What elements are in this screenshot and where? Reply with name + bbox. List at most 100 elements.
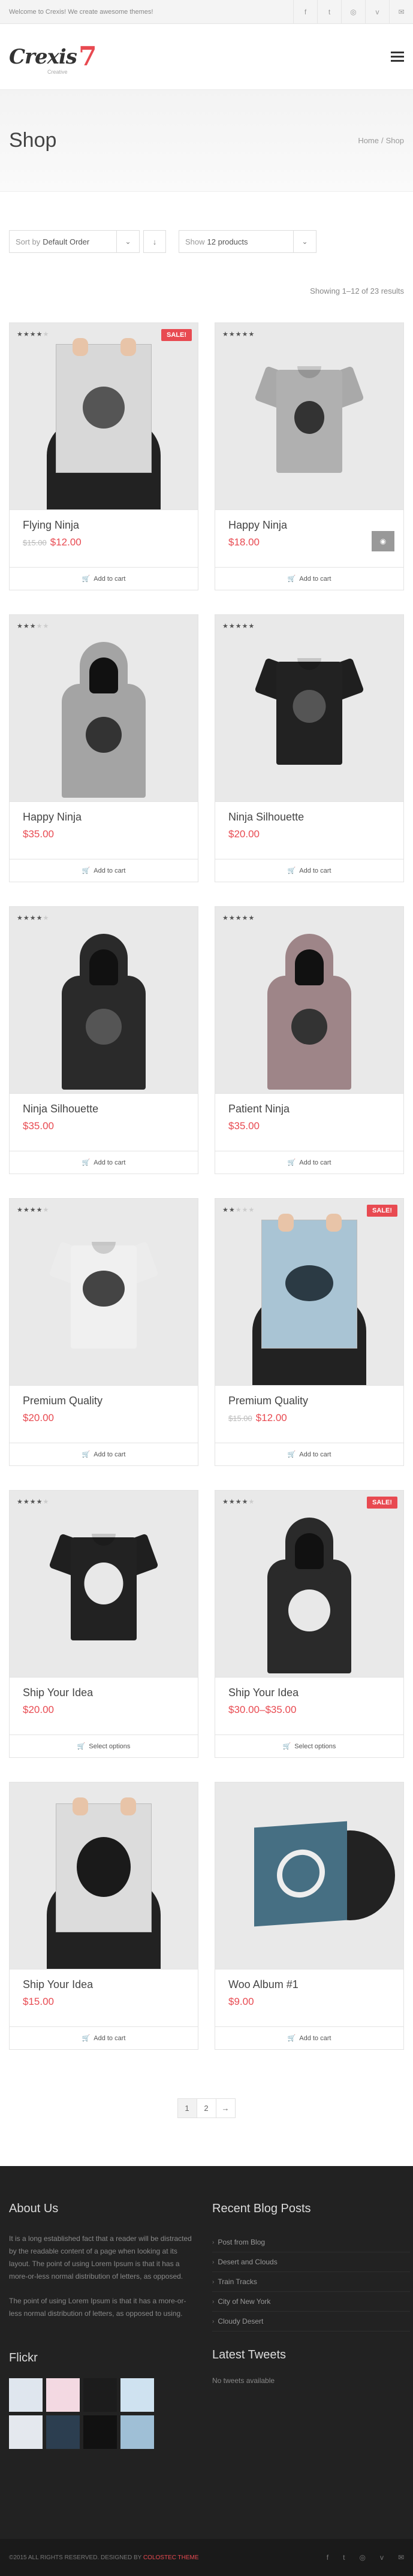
product-name[interactable]: Premium Quality xyxy=(215,1386,403,1407)
mail-icon[interactable]: ✉ xyxy=(389,0,413,24)
product-image[interactable]: ★★★★★ xyxy=(10,615,198,802)
chevron-right-icon: › xyxy=(212,2258,215,2266)
facebook-icon[interactable]: f xyxy=(327,2553,328,2562)
instagram-icon[interactable]: ◎ xyxy=(359,2553,365,2562)
flickr-thumbnail[interactable] xyxy=(120,2378,154,2412)
recent-post-title: City of New York xyxy=(218,2297,271,2306)
product-image[interactable]: ★★★★★ xyxy=(10,907,198,1094)
product-card[interactable]: ★★★★★ Ninja Silhouette $35.00 🛒 Add to cart xyxy=(9,906,198,1174)
current-price: $30.00–$35.00 xyxy=(228,1704,297,1715)
product-card[interactable]: ★★★★★ SALE! Ship Your Idea $30.00–$35.00 🛒 Se… xyxy=(215,1490,404,1758)
cart-button-label: Add to cart xyxy=(94,867,126,874)
product-card[interactable]: ★★★★★ Happy Ninja $35.00 🛒 Add to cart xyxy=(9,614,198,882)
add-to-cart-button[interactable]: 🛒 Add to cart xyxy=(215,1151,403,1174)
flickr-thumbnail[interactable] xyxy=(83,2378,117,2412)
sort-direction-button[interactable]: ↓ xyxy=(143,230,166,253)
product-image[interactable]: ★★★★★ xyxy=(10,1199,198,1386)
facebook-icon[interactable]: f xyxy=(293,0,317,24)
vimeo-icon[interactable]: v xyxy=(365,0,389,24)
product-image[interactable]: ★★★★★ xyxy=(215,907,403,1094)
product-card[interactable]: ★★★★★ Happy Ninja $18.00 ◉ 🛒 Add to cart xyxy=(215,322,404,590)
page-title-banner: Shop Home / Shop xyxy=(0,90,413,192)
twitter-icon[interactable]: t xyxy=(343,2553,345,2562)
flickr-thumbnail[interactable] xyxy=(9,2415,43,2449)
next-page-arrow-icon[interactable]: → xyxy=(215,2098,236,2118)
product-card[interactable]: ★★★★★ SALE! Flying Ninja $15.00 $12.00 🛒 Add t… xyxy=(9,322,198,590)
product-image[interactable]: ★★★★★ SALE! xyxy=(215,1199,403,1386)
recent-post-item[interactable]: › City of New York xyxy=(212,2292,410,2312)
add-to-cart-button[interactable]: 🛒 Add to cart xyxy=(10,1151,198,1174)
product-grid: ★★★★★ SALE! Flying Ninja $15.00 $12.00 🛒 Add t… xyxy=(0,322,413,2050)
mail-icon[interactable]: ✉ xyxy=(398,2553,404,2562)
product-card[interactable]: ★★★★★ Ship Your Idea $20.00 🛒 Select options xyxy=(9,1490,198,1758)
product-image[interactable]: ★★★★★ SALE! xyxy=(215,1491,403,1678)
cart-icon: 🛒 xyxy=(82,1159,91,1166)
site-logo[interactable]: Crexis 7 Creative xyxy=(9,43,97,75)
recent-post-item[interactable]: › Train Tracks xyxy=(212,2272,410,2292)
cart-button-label: Add to cart xyxy=(94,2034,126,2042)
product-name[interactable]: Ship Your Idea xyxy=(10,1969,198,1991)
product-image[interactable]: ★★★★★ SALE! xyxy=(10,323,198,510)
add-to-cart-button[interactable]: 🛒 Add to cart xyxy=(215,859,403,882)
flickr-thumbnail[interactable] xyxy=(46,2415,80,2449)
quick-view-button[interactable]: ◉ xyxy=(372,531,394,551)
cart-button-label: Add to cart xyxy=(94,575,126,583)
add-to-cart-button[interactable]: 🛒 Add to cart xyxy=(215,567,403,590)
product-name[interactable]: Ship Your Idea xyxy=(215,1678,403,1699)
twitter-icon[interactable]: t xyxy=(317,0,341,24)
flickr-thumbnail[interactable] xyxy=(9,2378,43,2412)
breadcrumb-separator: / xyxy=(381,136,384,145)
add-to-cart-button[interactable]: 🛒 Select options xyxy=(215,1735,403,1757)
product-card[interactable]: ★★★★★ SALE! Premium Quality $15.00 $12.00 🛒 Ad… xyxy=(215,1198,404,1466)
add-to-cart-button[interactable]: 🛒 Add to cart xyxy=(10,1443,198,1465)
add-to-cart-button[interactable]: 🛒 Add to cart xyxy=(10,859,198,882)
per-page-select[interactable]: Show 12 products ⌄ xyxy=(179,230,316,253)
product-name[interactable]: Woo Album #1 xyxy=(215,1969,403,1991)
recent-post-item[interactable]: › Cloudy Desert xyxy=(212,2312,410,2331)
product-image[interactable] xyxy=(10,1782,198,1969)
top-bar: Welcome to Crexis! We create awesome the… xyxy=(0,0,413,24)
cart-icon: 🛒 xyxy=(287,2035,296,2042)
product-name[interactable]: Premium Quality xyxy=(10,1386,198,1407)
product-card[interactable]: ★★★★★ Ninja Silhouette $20.00 🛒 Add to cart xyxy=(215,614,404,882)
sort-select[interactable]: Sort by Default Order ⌄ xyxy=(9,230,140,253)
vimeo-icon[interactable]: v xyxy=(380,2553,384,2562)
product-name[interactable]: Flying Ninja xyxy=(10,510,198,532)
add-to-cart-button[interactable]: 🛒 Add to cart xyxy=(215,1443,403,1465)
breadcrumb-home[interactable]: Home xyxy=(358,136,379,145)
product-name[interactable]: Ship Your Idea xyxy=(10,1678,198,1699)
designer-link[interactable]: COLOSTEC THEME xyxy=(143,2554,199,2561)
latest-tweets-title: Latest Tweets xyxy=(212,2348,287,2361)
product-image[interactable]: ★★★★★ xyxy=(215,615,403,802)
cart-button-label: Add to cart xyxy=(299,2034,331,2042)
add-to-cart-button[interactable]: 🛒 Add to cart xyxy=(10,567,198,590)
product-image[interactable]: ★★★★★ xyxy=(215,323,403,510)
recent-post-item[interactable]: › Post from Blog xyxy=(212,2233,410,2252)
flickr-title: Flickr xyxy=(9,2351,38,2364)
cart-button-label: Add to cart xyxy=(94,1159,126,1166)
product-name[interactable]: Ninja Silhouette xyxy=(215,802,403,824)
product-name[interactable]: Happy Ninja xyxy=(10,802,198,824)
add-to-cart-button[interactable]: 🛒 Add to cart xyxy=(10,2026,198,2049)
product-card[interactable]: ★★★★★ Premium Quality $20.00 🛒 Add to cart xyxy=(9,1198,198,1466)
page-1[interactable]: 1 xyxy=(177,2098,197,2118)
product-card[interactable]: Woo Album #1 $9.00 🛒 Add to cart xyxy=(215,1782,404,2050)
flickr-thumbnail[interactable] xyxy=(46,2378,80,2412)
cart-icon: 🛒 xyxy=(287,867,296,874)
product-image[interactable]: ★★★★★ xyxy=(10,1491,198,1678)
product-name[interactable]: Patient Ninja xyxy=(215,1094,403,1115)
add-to-cart-button[interactable]: 🛒 Add to cart xyxy=(215,2026,403,2049)
recent-post-item[interactable]: › Desert and Clouds xyxy=(212,2252,410,2272)
page-2[interactable]: 2 xyxy=(196,2098,216,2118)
product-image[interactable] xyxy=(215,1782,403,1969)
product-card[interactable]: ★★★★★ Patient Ninja $35.00 🛒 Add to cart xyxy=(215,906,404,1174)
instagram-icon[interactable]: ◎ xyxy=(341,0,365,24)
product-name[interactable]: Ninja Silhouette xyxy=(10,1094,198,1115)
current-price: $35.00 xyxy=(228,1120,260,1132)
product-name[interactable]: Happy Ninja xyxy=(215,510,403,532)
flickr-thumbnail[interactable] xyxy=(83,2415,117,2449)
add-to-cart-button[interactable]: 🛒 Select options xyxy=(10,1735,198,1757)
product-card[interactable]: Ship Your Idea $15.00 🛒 Add to cart xyxy=(9,1782,198,2050)
flickr-thumbnail[interactable] xyxy=(120,2415,154,2449)
menu-icon[interactable] xyxy=(391,52,404,62)
